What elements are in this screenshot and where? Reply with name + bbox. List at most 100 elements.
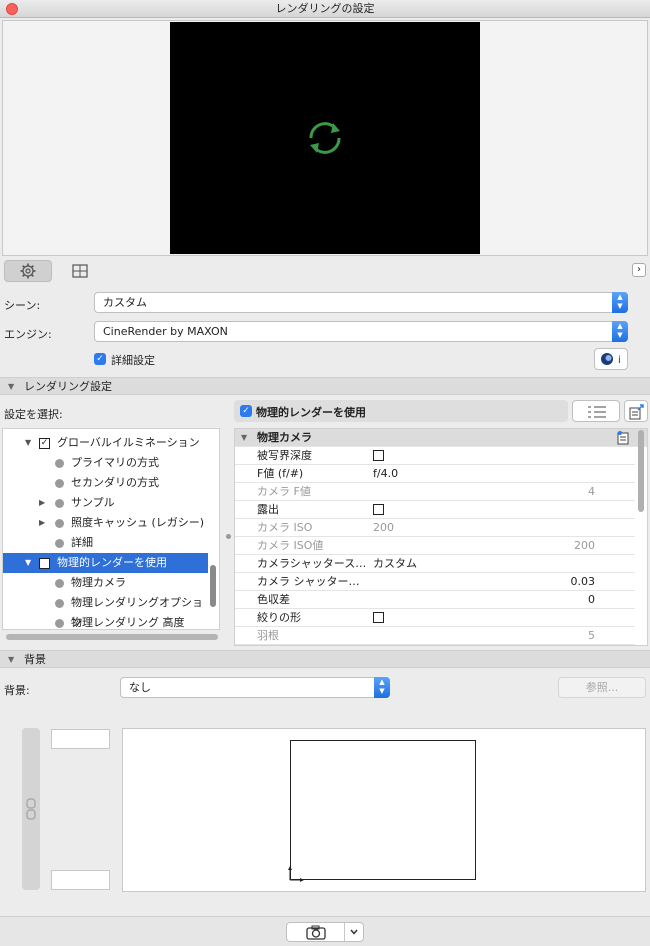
scene-select[interactable]: カスタム ▲ ▼ — [94, 292, 628, 313]
snapshot-button[interactable] — [287, 923, 345, 941]
window-title: レンダリングの設定 — [275, 2, 375, 15]
background-stepper-icon: ▲ ▼ — [374, 677, 390, 698]
snapshot-menu-button[interactable] — [345, 923, 363, 941]
checkbox-checked-icon[interactable]: ✓ — [39, 438, 50, 449]
gear-icon — [20, 263, 36, 279]
tree-item-physical-render[interactable]: ▼ ✓ 物理的レンダーを使用 — [3, 553, 208, 573]
render-button-group — [286, 922, 364, 942]
prop-row-fnumber[interactable]: F値 (f/#) f/4.0 — [235, 465, 635, 483]
exposure-checkbox[interactable] — [373, 504, 384, 515]
tree-label: 照度キャッシュ (レガシー) — [71, 516, 205, 529]
engine-select[interactable]: CineRender by MAXON ▲ ▼ — [94, 321, 628, 342]
tree-item-primary[interactable]: プライマリの方式 — [3, 453, 208, 473]
tree-item-secondary[interactable]: セカンダリの方式 — [3, 473, 208, 493]
aperture-checkbox[interactable] — [373, 612, 384, 623]
properties-header[interactable]: ▼ 物理カメラ — [235, 429, 647, 447]
prop-label: カメラ F値 — [257, 485, 311, 498]
tree-item-physical-options[interactable]: 物理レンダリングオプション — [3, 593, 208, 629]
physical-render-bar: ✓ 物理的レンダーを使用 — [234, 400, 568, 422]
chevron-right-icon[interactable]: › — [632, 263, 646, 277]
prop-row-shutter[interactable]: カメラ シャッター… 0.03 — [235, 573, 635, 591]
iso-numeric-value: 200 — [574, 539, 595, 552]
properties-title: 物理カメラ — [257, 431, 312, 444]
tree-item-irradiance[interactable]: ▶ 照度キャッシュ (レガシー) — [3, 513, 208, 533]
height-field[interactable] — [51, 870, 110, 890]
prop-label: 絞りの形 — [257, 611, 301, 624]
prop-row-iso: カメラ ISO 200 — [235, 519, 635, 537]
expand-triangle-icon[interactable]: ▼ — [25, 433, 31, 453]
svg-text:i: i — [618, 355, 621, 366]
engine-info-button[interactable]: i — [594, 348, 628, 370]
axis-origin-icon — [288, 866, 304, 882]
engine-stepper-icon: ▲ ▼ — [612, 321, 628, 342]
width-field[interactable] — [51, 729, 110, 749]
aspect-link-bar[interactable] — [22, 728, 40, 890]
tree-horizontal-scrollbar[interactable] — [6, 634, 218, 640]
shutter-speed-value[interactable]: カスタム — [373, 555, 417, 573]
status-dot-icon — [55, 459, 64, 468]
prop-label: 羽根 — [257, 629, 279, 642]
prop-row-exposure[interactable]: 露出 — [235, 501, 635, 519]
background-header[interactable]: ▼ 背景 — [0, 650, 650, 668]
tab-bar: › — [0, 258, 650, 284]
collapse-triangle-icon: ▼ — [8, 655, 15, 664]
shutter-value[interactable]: 0.03 — [571, 573, 596, 591]
prop-row-dof[interactable]: 被写界深度 — [235, 447, 635, 465]
tree-item-sample[interactable]: ▶ サンプル — [3, 493, 208, 513]
tree-item-global-illumination[interactable]: ▼ ✓ グローバルイルミネーション — [3, 433, 208, 453]
tree-label: セカンダリの方式 — [71, 476, 159, 489]
physical-render-checkbox[interactable]: ✓ — [240, 405, 252, 417]
close-button[interactable] — [6, 3, 18, 15]
chroma-value[interactable]: 0 — [588, 591, 595, 609]
fnumber-value[interactable]: f/4.0 — [373, 465, 398, 483]
status-dot-icon — [55, 499, 64, 508]
expand-triangle-icon[interactable]: ▶ — [39, 493, 45, 513]
refresh-icon — [309, 122, 341, 154]
prop-label: カメラ シャッター… — [257, 575, 360, 588]
detail-label: 詳細設定 — [111, 354, 155, 367]
background-select[interactable]: なし ▲ ▼ — [120, 677, 390, 698]
status-dot-icon — [55, 579, 64, 588]
tab-settings[interactable] — [4, 260, 52, 282]
tab-view[interactable] — [56, 260, 104, 282]
export-settings-button[interactable] — [624, 400, 648, 422]
grid-view-icon — [72, 264, 88, 278]
detail-checkbox[interactable]: ✓ — [94, 353, 106, 365]
splitter-handle[interactable] — [226, 534, 231, 539]
render-settings-header[interactable]: ▼ レンダリング設定 — [0, 377, 650, 395]
export-icon — [629, 404, 644, 420]
tree-scrollbar[interactable] — [210, 565, 216, 607]
document-info-icon[interactable] — [617, 431, 629, 445]
collapse-triangle-icon: ▼ — [241, 433, 248, 442]
tree-label: 詳細 — [71, 536, 93, 549]
engine-label: エンジン: — [4, 328, 52, 341]
status-dot-icon — [55, 539, 64, 548]
checkbox-checked-icon[interactable]: ✓ — [39, 558, 50, 569]
browse-button[interactable]: 参照... — [558, 677, 646, 698]
frame-rectangle[interactable] — [290, 740, 476, 880]
expand-triangle-icon[interactable]: ▼ — [25, 553, 31, 573]
prop-row-chroma[interactable]: 色収差 0 — [235, 591, 635, 609]
prop-row-aperture[interactable]: 絞りの形 — [235, 609, 635, 627]
tree-item-physical-camera[interactable]: 物理カメラ — [3, 573, 208, 593]
tree-item-detail[interactable]: 詳細 — [3, 533, 208, 553]
chevron-down-icon — [350, 929, 358, 935]
prop-label: カメラ ISO値 — [257, 539, 324, 552]
bottom-toolbar — [0, 916, 650, 946]
cinema4d-logo-icon: i — [601, 353, 621, 366]
tree-item-physical-advanced[interactable]: 物理レンダリング 高度 — [3, 613, 208, 629]
prop-row-blades: 羽根 5 — [235, 627, 635, 645]
prop-row-shutter-speed[interactable]: カメラシャッタース… カスタム — [235, 555, 635, 573]
background-label: 背景: — [4, 684, 30, 697]
list-view-button[interactable] — [572, 400, 620, 422]
status-dot-icon — [55, 479, 64, 488]
status-dot-icon — [55, 599, 64, 608]
scene-value: カスタム — [103, 296, 147, 309]
dof-checkbox[interactable] — [373, 450, 384, 461]
expand-triangle-icon[interactable]: ▶ — [39, 513, 45, 533]
tree-label: 物理レンダリング 高度 — [71, 616, 185, 629]
physical-render-label: 物理的レンダーを使用 — [256, 406, 366, 419]
prop-label: 露出 — [257, 503, 279, 516]
background-title: 背景 — [24, 653, 46, 666]
properties-scrollbar[interactable] — [638, 430, 644, 512]
